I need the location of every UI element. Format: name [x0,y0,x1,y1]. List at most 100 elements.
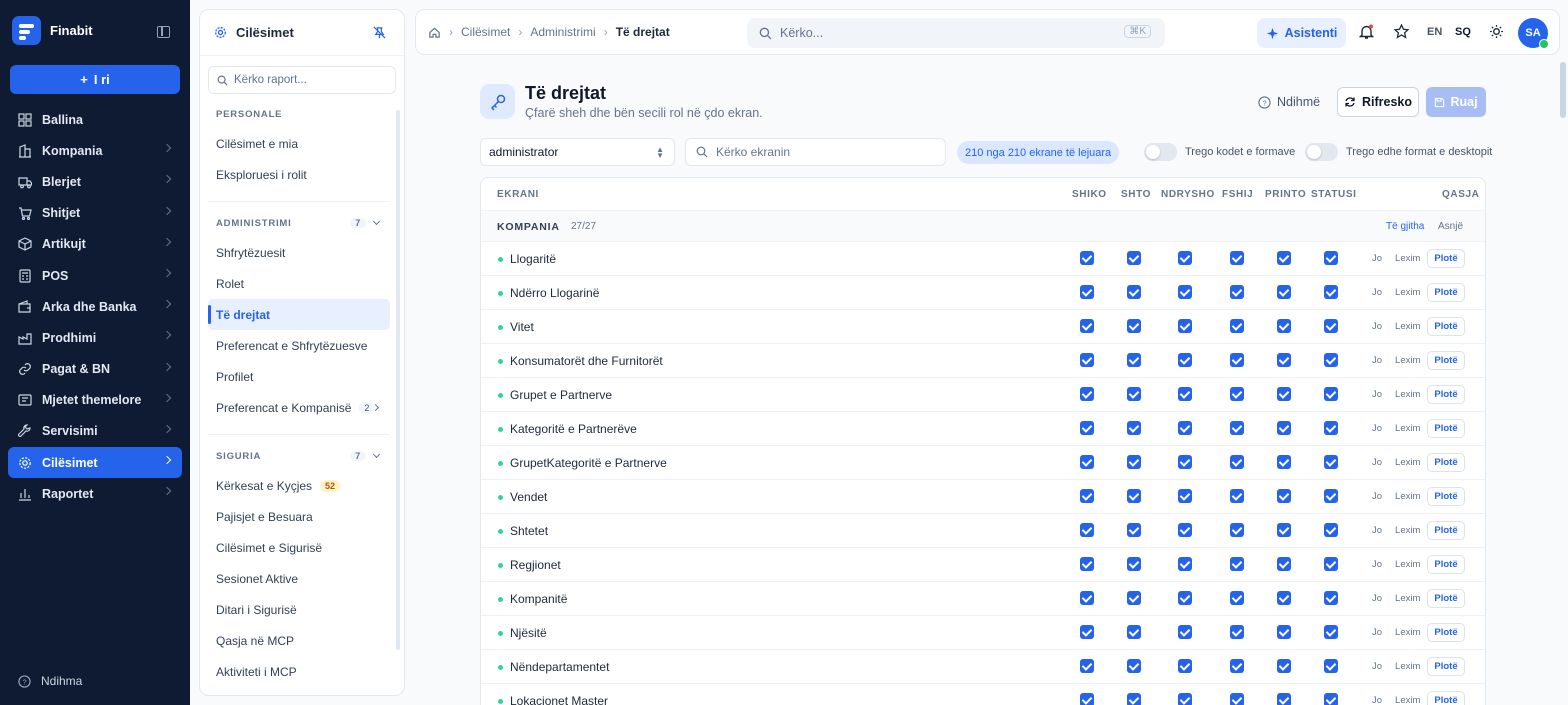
access-option-lexim[interactable]: Lexim [1389,419,1426,438]
access-option-lexim[interactable]: Lexim [1389,385,1426,404]
edit-checkbox[interactable] [1178,523,1192,537]
delete-checkbox[interactable] [1230,455,1244,469]
assistant-button[interactable]: Asistenti [1257,18,1346,48]
add-checkbox[interactable] [1127,353,1141,367]
section-siguria[interactable]: SIGURIA 7 [208,448,390,464]
refresh-button[interactable]: Rifresko [1337,87,1419,117]
access-option-jo[interactable]: Jo [1366,623,1388,642]
delete-checkbox[interactable] [1230,319,1244,333]
edit-checkbox[interactable] [1178,319,1192,333]
print-checkbox[interactable] [1277,387,1291,401]
add-checkbox[interactable] [1127,421,1141,435]
add-checkbox[interactable] [1127,251,1141,265]
delete-checkbox[interactable] [1230,251,1244,265]
access-option-jo[interactable]: Jo [1366,249,1388,268]
screen-search-input[interactable]: Kërko ekranin [685,138,946,166]
access-option-jo[interactable]: Jo [1366,555,1388,574]
access-option-jo[interactable]: Jo [1366,283,1388,302]
settings-scrollbar[interactable] [396,110,400,650]
status-checkbox[interactable] [1324,659,1338,673]
edit-checkbox[interactable] [1178,353,1192,367]
access-option-plotë[interactable]: Plotë [1427,249,1465,268]
save-button[interactable]: Ruaj [1426,87,1486,117]
status-checkbox[interactable] [1324,421,1338,435]
header-status[interactable]: STATUSI [1311,189,1357,200]
header-add[interactable]: SHTO [1121,189,1151,200]
access-option-plotë[interactable]: Plotë [1427,453,1465,472]
header-view[interactable]: SHIKO [1072,189,1107,200]
settings-item[interactable]: Pajisjet e Besuara [208,501,390,532]
edit-checkbox[interactable] [1178,625,1192,639]
settings-item[interactable]: Të drejtat [208,299,390,330]
status-checkbox[interactable] [1324,489,1338,503]
sidebar-item-raportet[interactable]: Raportet [8,478,182,509]
edit-checkbox[interactable] [1178,387,1192,401]
sidebar-item-cilësimet[interactable]: Cilësimet [8,447,182,479]
view-checkbox[interactable] [1080,421,1094,435]
section-administrimi[interactable]: ADMINISTRIMI 7 [208,215,390,231]
select-all-link[interactable]: Të gjitha [1386,221,1424,232]
status-checkbox[interactable] [1324,285,1338,299]
view-checkbox[interactable] [1080,455,1094,469]
view-checkbox[interactable] [1080,285,1094,299]
settings-item[interactable]: Kërkesat e Kyçjes 52 [208,470,390,501]
edit-checkbox[interactable] [1178,489,1192,503]
edit-checkbox[interactable] [1178,285,1192,299]
sidebar-item-pos[interactable]: POS [8,260,182,291]
view-checkbox[interactable] [1080,523,1094,537]
delete-checkbox[interactable] [1230,523,1244,537]
settings-item[interactable]: Preferencat e Shfrytëzuesve [208,330,390,361]
delete-checkbox[interactable] [1230,659,1244,673]
edit-checkbox[interactable] [1178,557,1192,571]
sidebar-item-shitjet[interactable]: Shitjet [8,198,182,229]
access-option-jo[interactable]: Jo [1366,589,1388,608]
access-option-jo[interactable]: Jo [1366,351,1388,370]
add-checkbox[interactable] [1127,285,1141,299]
add-checkbox[interactable] [1127,489,1141,503]
help-button[interactable]: ? Ndihmë [1258,87,1320,117]
add-checkbox[interactable] [1127,557,1141,571]
access-option-jo[interactable]: Jo [1366,657,1388,676]
help-link[interactable]: ? Ndihma [18,674,82,688]
access-option-plotë[interactable]: Plotë [1427,487,1465,506]
print-checkbox[interactable] [1277,285,1291,299]
access-option-lexim[interactable]: Lexim [1389,283,1426,302]
brand[interactable]: Finabit [12,16,93,45]
access-option-lexim[interactable]: Lexim [1389,453,1426,472]
access-option-plotë[interactable]: Plotë [1427,657,1465,676]
status-checkbox[interactable] [1324,625,1338,639]
add-checkbox[interactable] [1127,319,1141,333]
access-option-plotë[interactable]: Plotë [1427,691,1465,705]
main-scrollbar[interactable] [1560,62,1566,118]
home-icon[interactable] [428,26,441,39]
edit-checkbox[interactable] [1178,659,1192,673]
print-checkbox[interactable] [1277,489,1291,503]
status-checkbox[interactable] [1324,557,1338,571]
lang-en[interactable]: EN [1427,26,1442,38]
breadcrumb-administration[interactable]: Administrimi [530,25,595,39]
view-checkbox[interactable] [1080,625,1094,639]
sidebar-item-artikujt[interactable]: Artikujt [8,229,182,260]
sidebar-item-ballina[interactable]: Ballina [8,104,182,135]
add-checkbox[interactable] [1127,625,1141,639]
delete-checkbox[interactable] [1230,387,1244,401]
global-search-input[interactable]: Kërko... ⌘K [747,18,1165,48]
access-option-jo[interactable]: Jo [1366,419,1388,438]
delete-checkbox[interactable] [1230,625,1244,639]
view-checkbox[interactable] [1080,557,1094,571]
sidebar-item-kompania[interactable]: Kompania [8,135,182,166]
sidebar-item-servisimi[interactable]: Servisimi [8,416,182,447]
status-checkbox[interactable] [1324,591,1338,605]
access-option-plotë[interactable]: Plotë [1427,589,1465,608]
edit-checkbox[interactable] [1178,421,1192,435]
sun-icon[interactable] [1489,24,1504,39]
role-select[interactable]: administrator ▲ ▼ [480,138,675,166]
access-option-plotë[interactable]: Plotë [1427,283,1465,302]
access-option-lexim[interactable]: Lexim [1389,487,1426,506]
print-checkbox[interactable] [1277,421,1291,435]
print-checkbox[interactable] [1277,319,1291,333]
settings-item[interactable]: Preferencat e Kompanisë 2 [208,392,390,423]
access-option-lexim[interactable]: Lexim [1389,317,1426,336]
print-checkbox[interactable] [1277,523,1291,537]
delete-checkbox[interactable] [1230,285,1244,299]
